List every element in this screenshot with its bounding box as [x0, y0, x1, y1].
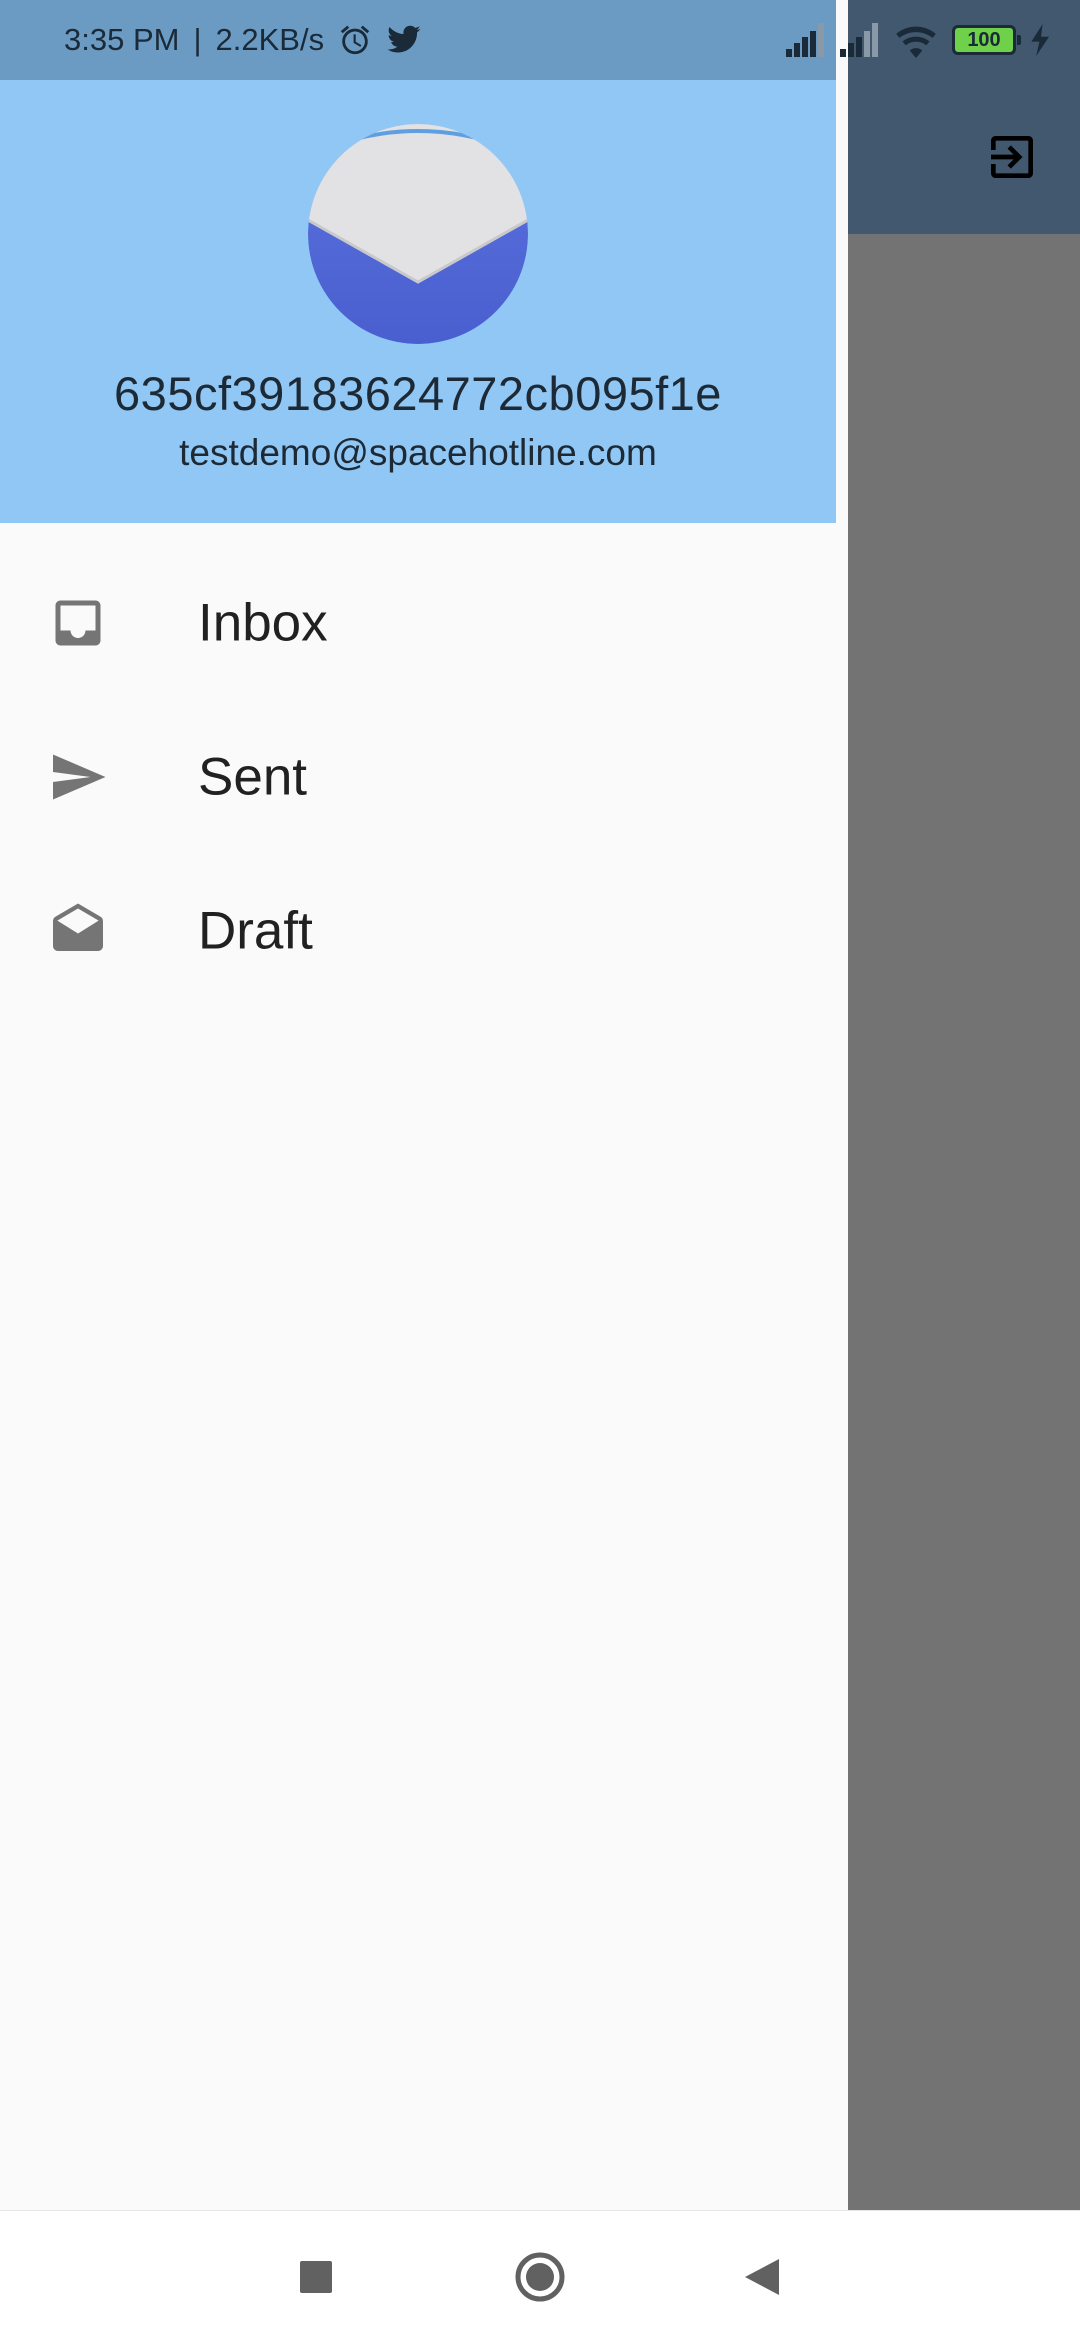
back-icon — [745, 2259, 779, 2295]
drafts-icon — [48, 901, 108, 961]
wifi-icon — [896, 26, 936, 58]
twitter-icon — [387, 25, 421, 53]
recents-button[interactable] — [286, 2247, 346, 2307]
menu-item-label: Sent — [198, 747, 308, 807]
mail-logo-icon — [308, 124, 528, 344]
home-icon — [515, 2252, 565, 2302]
logout-icon — [991, 136, 1033, 178]
navigation-bar — [0, 2210, 1080, 2341]
menu-item-draft[interactable]: Draft — [0, 856, 836, 1006]
charging-icon — [1031, 24, 1049, 56]
menu-item-label: Inbox — [198, 593, 328, 653]
battery-level: 100 — [967, 28, 1001, 51]
battery-icon: 100 — [952, 25, 1021, 55]
status-right: 100 — [786, 0, 1052, 80]
logout-button[interactable] — [980, 122, 1044, 192]
signal-icon — [786, 23, 824, 57]
avatar — [308, 124, 528, 344]
user-id: 635cf39183624772cb095f1e — [114, 367, 722, 420]
inbox-icon — [48, 593, 108, 653]
status-time: 3:35 PM — [64, 22, 180, 57]
menu-item-sent[interactable]: Sent — [0, 702, 836, 852]
send-icon — [48, 747, 108, 807]
status-network-speed: 2.2KB/s — [215, 22, 325, 57]
status-left: 3:35 PM | 2.2KB/s — [64, 0, 422, 80]
user-email: testdemo@spacehotline.com — [179, 432, 657, 473]
recents-icon — [300, 2261, 332, 2293]
signal-icon — [840, 23, 878, 57]
home-button[interactable] — [510, 2247, 570, 2307]
status-bar: 3:35 PM | 2.2KB/s 100 — [0, 0, 1080, 80]
navigation-drawer: 635cf39183624772cb095f1e testdemo@spaceh… — [0, 0, 848, 2210]
menu-item-inbox[interactable]: Inbox — [0, 548, 836, 698]
status-separator: | — [193, 22, 202, 57]
alarm-icon — [340, 25, 370, 55]
back-button[interactable] — [732, 2247, 792, 2307]
menu-item-label: Draft — [198, 901, 313, 961]
